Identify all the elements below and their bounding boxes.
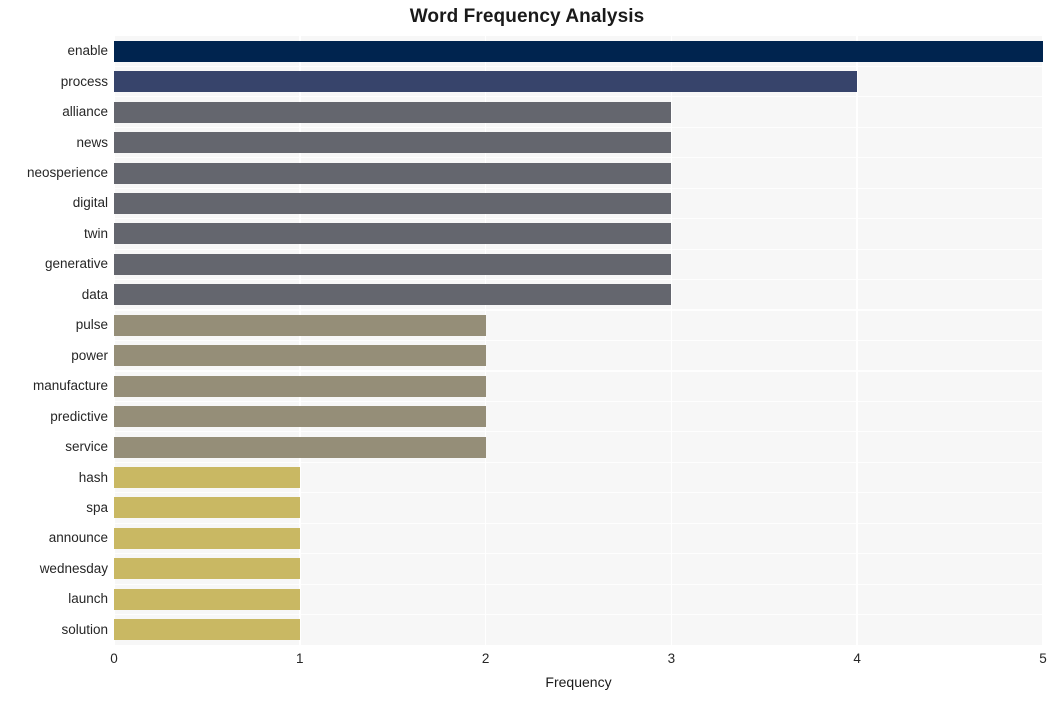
bar[interactable]: [114, 192, 672, 214]
y-gridline: [114, 248, 1043, 250]
y-tick-label: launch: [68, 591, 108, 607]
y-gridline: [114, 126, 1043, 128]
bar[interactable]: [114, 345, 486, 367]
x-tick-label: 0: [110, 651, 118, 666]
x-tick-label: 5: [1039, 651, 1047, 666]
y-gridline: [114, 613, 1043, 616]
y-gridline: [114, 431, 1043, 433]
bar[interactable]: [114, 619, 300, 641]
bar[interactable]: [114, 497, 300, 519]
bar[interactable]: [114, 162, 672, 184]
x-tick-label: 2: [481, 651, 490, 666]
y-gridline: [114, 461, 1043, 463]
y-axis-tick-labels: enable process alliance news neosperience dig…: [0, 36, 108, 645]
x-tick-label: 1: [296, 651, 304, 666]
chart-figure: Word Frequency Analysis enable process all…: [0, 0, 1054, 701]
y-tick-label: generative: [44, 256, 108, 272]
y-tick-label: process: [60, 73, 108, 89]
y-tick-label: data: [81, 286, 108, 302]
bar[interactable]: [114, 40, 1043, 62]
y-gridline: [114, 370, 1043, 372]
bar[interactable]: [114, 375, 486, 397]
bar[interactable]: [114, 132, 672, 154]
bar[interactable]: [114, 436, 486, 458]
y-tick-label: neosperience: [26, 165, 108, 181]
y-gridline: [114, 157, 1043, 159]
y-gridline: [114, 400, 1043, 402]
y-gridline: [114, 96, 1043, 98]
y-tick-label: wednesday: [39, 560, 108, 576]
bar[interactable]: [114, 223, 672, 245]
y-tick-label: power: [71, 347, 108, 363]
bar[interactable]: [114, 101, 672, 123]
y-gridline: [114, 279, 1043, 281]
y-gridline: [114, 187, 1043, 189]
bar[interactable]: [114, 467, 300, 489]
x-tick-label: 3: [667, 651, 676, 666]
y-tick-label: predictive: [50, 408, 108, 424]
chart-title: Word Frequency Analysis: [409, 6, 645, 27]
y-gridline: [114, 309, 1043, 311]
y-tick-label: alliance: [62, 104, 108, 120]
y-gridline: [114, 65, 1043, 68]
y-gridline: [114, 339, 1043, 342]
y-gridline: [114, 553, 1043, 555]
y-tick-label: news: [76, 134, 108, 150]
y-tick-label: announce: [48, 530, 108, 546]
plot-area: [114, 36, 1043, 645]
y-tick-label: service: [65, 439, 108, 455]
y-tick-label: spa: [86, 499, 108, 515]
y-tick-label: twin: [83, 225, 108, 241]
y-gridline: [114, 492, 1043, 494]
bar[interactable]: [114, 406, 486, 428]
bar[interactable]: [114, 71, 858, 93]
bar[interactable]: [114, 253, 672, 275]
bar[interactable]: [114, 284, 672, 306]
y-gridline: [114, 522, 1043, 524]
bar[interactable]: [114, 527, 300, 549]
y-tick-label: digital: [72, 195, 108, 211]
x-axis-label: Frequency: [545, 674, 612, 690]
bar[interactable]: [114, 314, 486, 336]
y-tick-label: pulse: [75, 317, 108, 333]
y-gridline: [114, 218, 1043, 220]
y-gridline: [114, 583, 1043, 585]
y-tick-label: manufacture: [32, 378, 108, 394]
bar[interactable]: [114, 558, 300, 580]
x-axis-tick-labels: 0 1 2 3 4 5: [110, 645, 1047, 671]
y-tick-label: solution: [61, 621, 108, 637]
y-tick-label: enable: [67, 43, 108, 59]
y-tick-label: hash: [78, 469, 108, 485]
x-tick-label: 4: [853, 651, 861, 666]
bar[interactable]: [114, 588, 300, 610]
